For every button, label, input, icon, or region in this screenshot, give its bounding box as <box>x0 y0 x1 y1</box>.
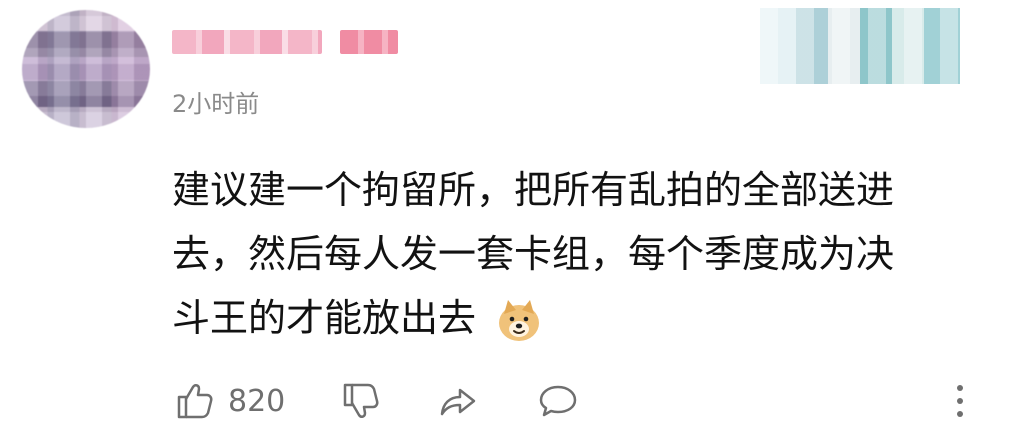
comment-line-3: 斗王的才能放出去 <box>172 286 992 350</box>
attached-image[interactable] <box>760 8 960 84</box>
thumbs-up-icon <box>177 384 213 419</box>
share-icon <box>440 388 476 416</box>
dislike-button[interactable] <box>338 374 382 428</box>
comment-text: 建议建一个拘留所，把所有乱拍的全部送进 去，然后每人发一套卡组，每个季度成为决 … <box>172 158 992 350</box>
more-icon <box>957 385 963 417</box>
like-button[interactable]: 820 <box>172 374 285 428</box>
comment-actions: 820 <box>172 374 992 428</box>
share-button[interactable] <box>436 374 480 428</box>
comment-line-1: 建议建一个拘留所，把所有乱拍的全部送进 <box>172 168 895 212</box>
user-badge <box>340 30 398 54</box>
user-avatar[interactable] <box>22 10 150 128</box>
comment-line-2: 去，然后每人发一套卡组，每个季度成为决 <box>172 232 895 276</box>
reply-icon <box>539 385 577 417</box>
thumbs-down-icon <box>343 383 379 418</box>
reply-button[interactable] <box>536 374 580 428</box>
comment-timestamp: 2小时前 <box>172 90 260 118</box>
comment-line-3-text: 斗王的才能放出去 <box>172 296 477 340</box>
more-options-button[interactable] <box>948 374 972 428</box>
username[interactable] <box>172 30 322 54</box>
like-count: 820 <box>228 383 286 419</box>
doge-emoji <box>494 296 544 346</box>
